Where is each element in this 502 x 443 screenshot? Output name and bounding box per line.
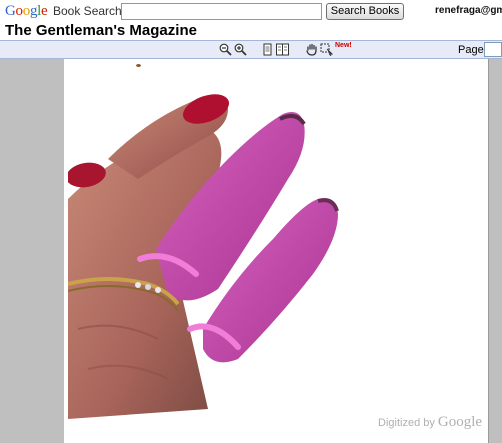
single-page-icon[interactable] xyxy=(261,43,274,56)
new-badge: New! xyxy=(335,42,352,49)
pan-hand-icon[interactable] xyxy=(305,43,318,56)
zoom-in-icon[interactable] xyxy=(234,43,247,56)
book-page: Digitized by Google xyxy=(64,59,488,443)
book-title: The Gentleman's Magazine xyxy=(5,22,197,39)
scanned-hand-image xyxy=(68,79,380,419)
search-books-button[interactable]: Search Books xyxy=(326,3,404,20)
header: Google Book Search Search Books renefrag… xyxy=(0,0,502,40)
two-page-icon[interactable] xyxy=(276,43,289,56)
user-email[interactable]: renefraga@gmail.com xyxy=(435,5,502,16)
google-logo[interactable]: Google xyxy=(5,3,48,20)
page-label: Page xyxy=(458,44,484,56)
zoom-out-icon[interactable] xyxy=(219,43,232,56)
search-input[interactable] xyxy=(121,3,322,20)
book-viewer[interactable]: Digitized by Google xyxy=(0,59,502,443)
page-number-input[interactable] xyxy=(484,42,502,57)
page-speck xyxy=(136,64,141,67)
product-label: Book Search xyxy=(53,4,122,18)
digitized-by-google: Digitized by Google xyxy=(378,414,483,430)
viewer-toolbar: New! Page xyxy=(0,40,502,59)
select-tool-icon[interactable] xyxy=(320,43,333,56)
